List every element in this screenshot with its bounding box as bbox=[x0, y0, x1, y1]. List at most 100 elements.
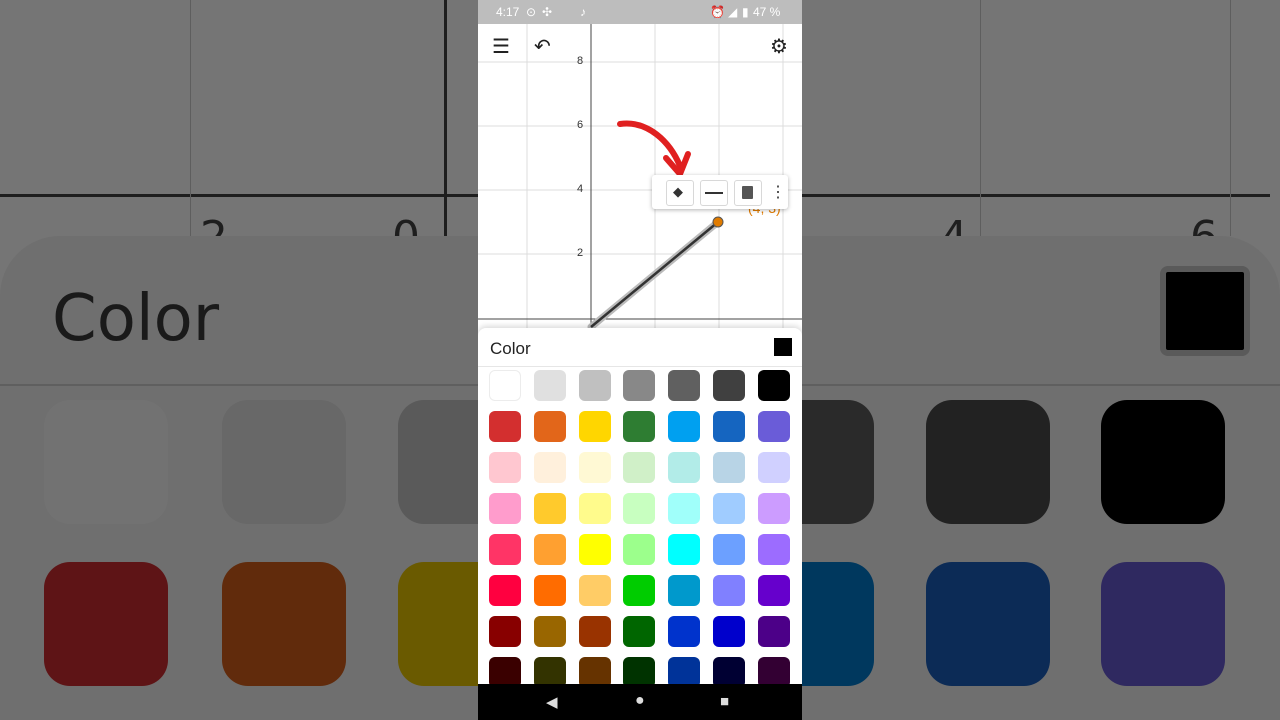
bg-swatch bbox=[926, 400, 1050, 524]
y-tick-label: 2 bbox=[577, 247, 584, 259]
color-swatch[interactable] bbox=[757, 575, 790, 606]
color-swatch[interactable] bbox=[757, 493, 790, 524]
bg-swatch bbox=[44, 400, 168, 524]
color-swatch[interactable] bbox=[623, 534, 656, 565]
color-swatch[interactable] bbox=[757, 616, 790, 647]
color-swatch[interactable] bbox=[578, 493, 611, 524]
color-swatch[interactable] bbox=[757, 452, 790, 483]
color-panel: Color bbox=[478, 328, 802, 684]
line-style-button[interactable] bbox=[700, 180, 728, 206]
color-panel-title: Color bbox=[490, 339, 531, 358]
y-tick-label: 4 bbox=[577, 183, 584, 195]
alarm-icon: ⏰ bbox=[710, 5, 725, 19]
mic-icon: ♪ bbox=[580, 5, 586, 19]
home-icon[interactable]: ● bbox=[635, 692, 645, 710]
fan-icon: ✣ bbox=[542, 5, 553, 19]
gear-icon[interactable]: ⚙ bbox=[770, 34, 788, 59]
context-menu: ◆ ⋮ bbox=[652, 175, 788, 209]
battery-percent: 47 % bbox=[753, 5, 781, 19]
color-swatch[interactable] bbox=[668, 452, 701, 483]
color-swatch[interactable] bbox=[489, 616, 521, 647]
color-swatch[interactable] bbox=[668, 575, 701, 606]
bg-grid-line bbox=[980, 0, 981, 236]
color-swatch[interactable] bbox=[533, 452, 566, 483]
color-swatch[interactable] bbox=[757, 370, 790, 401]
line-style-icon bbox=[705, 192, 723, 194]
bg-grid-line bbox=[1230, 0, 1231, 236]
color-swatch[interactable] bbox=[578, 616, 611, 647]
color-swatch[interactable] bbox=[533, 657, 566, 684]
color-swatch[interactable] bbox=[668, 657, 701, 684]
color-swatch[interactable] bbox=[757, 411, 790, 442]
back-icon[interactable]: ◀ bbox=[546, 693, 558, 711]
y-tick-label: 8 bbox=[577, 55, 584, 67]
bg-selected-swatch bbox=[1160, 266, 1250, 356]
color-swatch[interactable] bbox=[713, 575, 745, 606]
color-swatch[interactable] bbox=[578, 411, 611, 442]
color-swatch[interactable] bbox=[533, 534, 566, 565]
color-swatch[interactable] bbox=[489, 493, 521, 524]
color-swatch[interactable] bbox=[578, 657, 611, 684]
color-swatch[interactable] bbox=[533, 575, 566, 606]
color-swatch[interactable] bbox=[668, 370, 701, 401]
color-swatch[interactable] bbox=[668, 616, 701, 647]
color-swatch[interactable] bbox=[489, 657, 521, 684]
color-swatch[interactable] bbox=[623, 616, 656, 647]
phone-screen: 4:17 ⊙ ✣ ♪ ⏰ ◢ ▮ 47 % 8 6 4 2 ☰ ↶ ⚙ ◆ ⋮ … bbox=[478, 0, 802, 720]
color-swatch[interactable] bbox=[713, 493, 745, 524]
bg-swatch bbox=[926, 562, 1050, 686]
location-icon: ⊙ bbox=[526, 5, 537, 19]
color-swatch[interactable] bbox=[533, 493, 566, 524]
bg-swatch bbox=[1101, 400, 1225, 524]
color-swatch[interactable] bbox=[623, 370, 656, 401]
fill-color-icon: ◆ bbox=[673, 184, 683, 199]
delete-button[interactable] bbox=[734, 180, 762, 206]
selected-color-swatch bbox=[774, 338, 792, 356]
more-vert-icon[interactable]: ⋮ bbox=[770, 182, 786, 202]
color-swatch[interactable] bbox=[668, 534, 701, 565]
color-swatch[interactable] bbox=[533, 616, 566, 647]
color-swatch[interactable] bbox=[757, 534, 790, 565]
color-swatch[interactable] bbox=[578, 452, 611, 483]
color-swatch[interactable] bbox=[713, 370, 745, 401]
color-swatch[interactable] bbox=[713, 616, 745, 647]
color-swatch[interactable] bbox=[713, 452, 745, 483]
color-swatch[interactable] bbox=[578, 534, 611, 565]
color-swatch[interactable] bbox=[668, 493, 701, 524]
color-swatch[interactable] bbox=[533, 370, 566, 401]
menu-icon[interactable]: ☰ bbox=[492, 34, 510, 59]
delete-icon bbox=[742, 186, 753, 199]
undo-icon[interactable]: ↶ bbox=[534, 34, 551, 59]
color-swatch[interactable] bbox=[533, 411, 566, 442]
color-swatch[interactable] bbox=[713, 411, 745, 442]
color-swatch[interactable] bbox=[489, 575, 521, 606]
bg-swatch bbox=[44, 562, 168, 686]
color-swatch[interactable] bbox=[623, 493, 656, 524]
color-swatch[interactable] bbox=[623, 411, 656, 442]
fill-color-button[interactable]: ◆ bbox=[666, 180, 694, 206]
color-swatch[interactable] bbox=[668, 411, 701, 442]
bg-grid-line bbox=[190, 0, 191, 236]
color-swatch[interactable] bbox=[757, 657, 790, 684]
battery-icon: ▮ bbox=[742, 5, 749, 19]
status-bar: 4:17 ⊙ ✣ ♪ ⏰ ◢ ▮ 47 % bbox=[478, 0, 802, 24]
color-swatch[interactable] bbox=[489, 411, 521, 442]
bg-swatch bbox=[222, 400, 346, 524]
color-panel-divider bbox=[478, 366, 802, 367]
color-swatch[interactable] bbox=[713, 657, 745, 684]
bg-title: Color bbox=[52, 282, 220, 356]
color-swatch[interactable] bbox=[578, 575, 611, 606]
color-swatch[interactable] bbox=[713, 534, 745, 565]
signal-icon: ◢ bbox=[728, 5, 738, 19]
color-swatch[interactable] bbox=[489, 534, 521, 565]
status-time: 4:17 bbox=[496, 5, 520, 19]
navigation-bar: ◀ ● ■ bbox=[478, 684, 802, 720]
color-swatch[interactable] bbox=[489, 452, 521, 483]
color-swatch[interactable] bbox=[623, 575, 656, 606]
color-swatch[interactable] bbox=[623, 452, 656, 483]
color-swatch[interactable] bbox=[623, 657, 656, 684]
color-swatch[interactable] bbox=[578, 370, 611, 401]
color-swatch[interactable] bbox=[489, 370, 521, 401]
recents-icon[interactable]: ■ bbox=[720, 693, 729, 710]
y-tick-label: 6 bbox=[577, 119, 584, 131]
